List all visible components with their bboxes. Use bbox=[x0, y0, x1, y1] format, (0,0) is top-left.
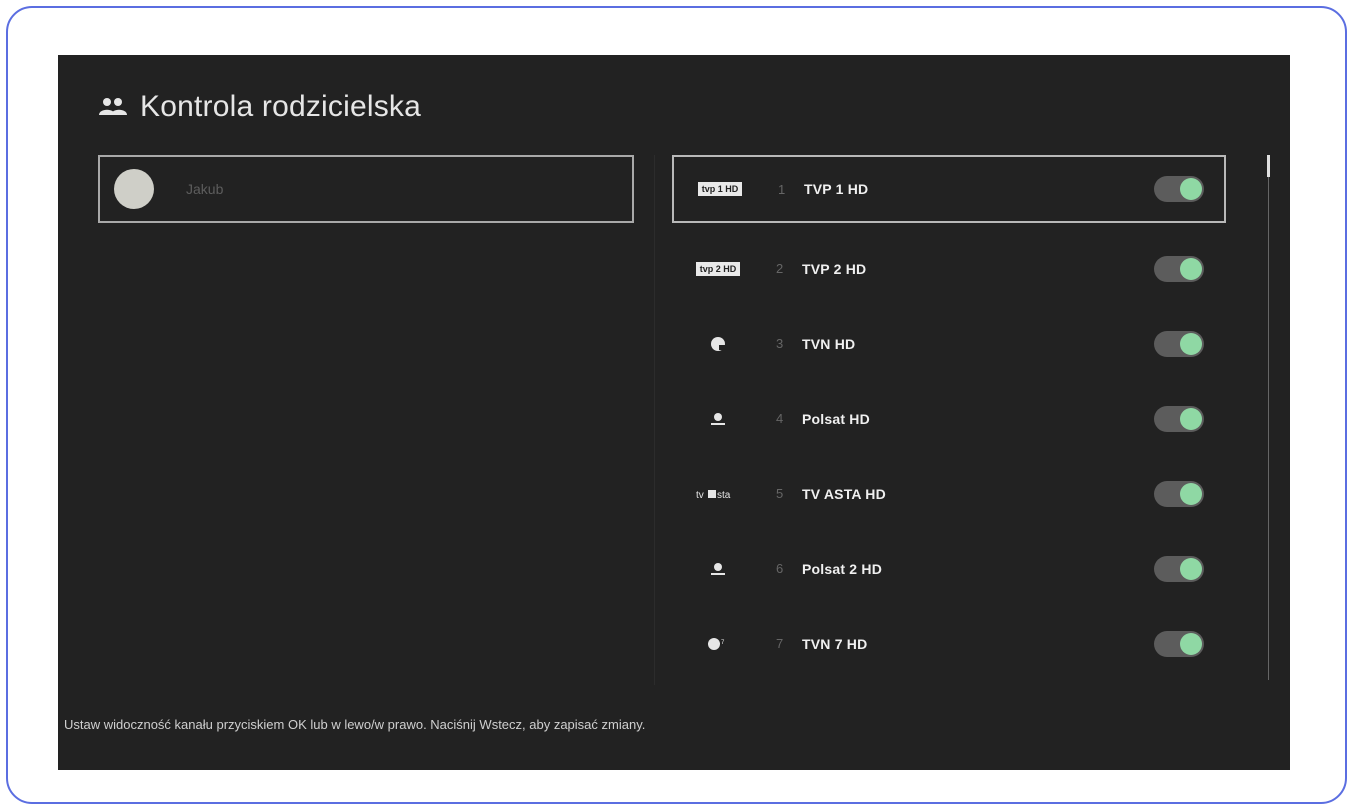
channel-number: 6 bbox=[776, 561, 784, 576]
channel-list: tvp 1 HD 1 TVP 1 HD tvp 2 HD 2 TVP 2 HD … bbox=[672, 155, 1226, 681]
channel-number: 7 bbox=[776, 636, 784, 651]
svg-text:tv: tv bbox=[696, 490, 704, 500]
polsat2-logo bbox=[688, 558, 748, 580]
tvp2-logo: tvp 2 HD bbox=[688, 258, 748, 280]
channel-number: 3 bbox=[776, 336, 784, 351]
channel-row[interactable]: 4 Polsat HD bbox=[672, 381, 1226, 456]
channel-row[interactable]: 6 Polsat 2 HD bbox=[672, 531, 1226, 606]
channel-row[interactable]: tvp 2 HD 2 TVP 2 HD bbox=[672, 231, 1226, 306]
channel-name: TVP 1 HD bbox=[804, 181, 869, 197]
page-header: Kontrola rodzicielska bbox=[98, 85, 421, 129]
tvn7-logo: 7 bbox=[688, 633, 748, 655]
channel-row[interactable]: tvp 1 HD 1 TVP 1 HD bbox=[672, 155, 1226, 223]
visibility-toggle[interactable] bbox=[1154, 555, 1204, 582]
visibility-toggle[interactable] bbox=[1154, 480, 1204, 507]
scrollbar-thumb[interactable] bbox=[1267, 155, 1270, 177]
channel-name: TVN 7 HD bbox=[802, 635, 868, 652]
avatar bbox=[114, 169, 154, 209]
profile-item-jakub[interactable]: Jakub bbox=[98, 155, 634, 223]
visibility-toggle[interactable] bbox=[1154, 330, 1204, 357]
polsat-logo bbox=[688, 408, 748, 430]
channel-row[interactable]: tv sta 5 TV ASTA HD bbox=[672, 456, 1226, 531]
profile-name: Jakub bbox=[186, 181, 224, 197]
channel-row[interactable]: 7 7 TVN 7 HD bbox=[672, 606, 1226, 681]
visibility-toggle[interactable] bbox=[1154, 176, 1204, 202]
channel-name: TV ASTA HD bbox=[802, 485, 886, 502]
tvp1-logo: tvp 1 HD bbox=[690, 178, 750, 200]
tvn-logo bbox=[688, 333, 748, 355]
footer-hint: Ustaw widoczność kanału przyciskiem OK l… bbox=[64, 717, 646, 732]
scrollbar-track[interactable] bbox=[1268, 155, 1269, 680]
channel-number: 2 bbox=[776, 261, 784, 276]
tv-screen: Kontrola rodzicielska Jakub tvp 1 HD 1 T… bbox=[58, 55, 1290, 770]
channel-number: 4 bbox=[776, 411, 784, 426]
svg-text:7: 7 bbox=[721, 640, 725, 646]
channel-name: Polsat 2 HD bbox=[802, 560, 882, 577]
channel-name: TVP 2 HD bbox=[802, 260, 867, 277]
svg-text:sta: sta bbox=[717, 490, 731, 500]
panel-divider bbox=[654, 155, 655, 685]
channel-row[interactable]: 3 TVN HD bbox=[672, 306, 1226, 381]
channel-name: TVN HD bbox=[802, 335, 856, 352]
people-icon bbox=[99, 98, 127, 115]
channel-name: Polsat HD bbox=[802, 410, 870, 427]
tvasta-logo: tv sta bbox=[688, 483, 748, 505]
visibility-toggle[interactable] bbox=[1154, 405, 1204, 432]
page-title: Kontrola rodzicielska bbox=[140, 90, 421, 123]
visibility-toggle[interactable] bbox=[1154, 630, 1204, 657]
channel-number: 5 bbox=[776, 486, 784, 501]
channel-number: 1 bbox=[778, 181, 786, 197]
visibility-toggle[interactable] bbox=[1154, 255, 1204, 282]
